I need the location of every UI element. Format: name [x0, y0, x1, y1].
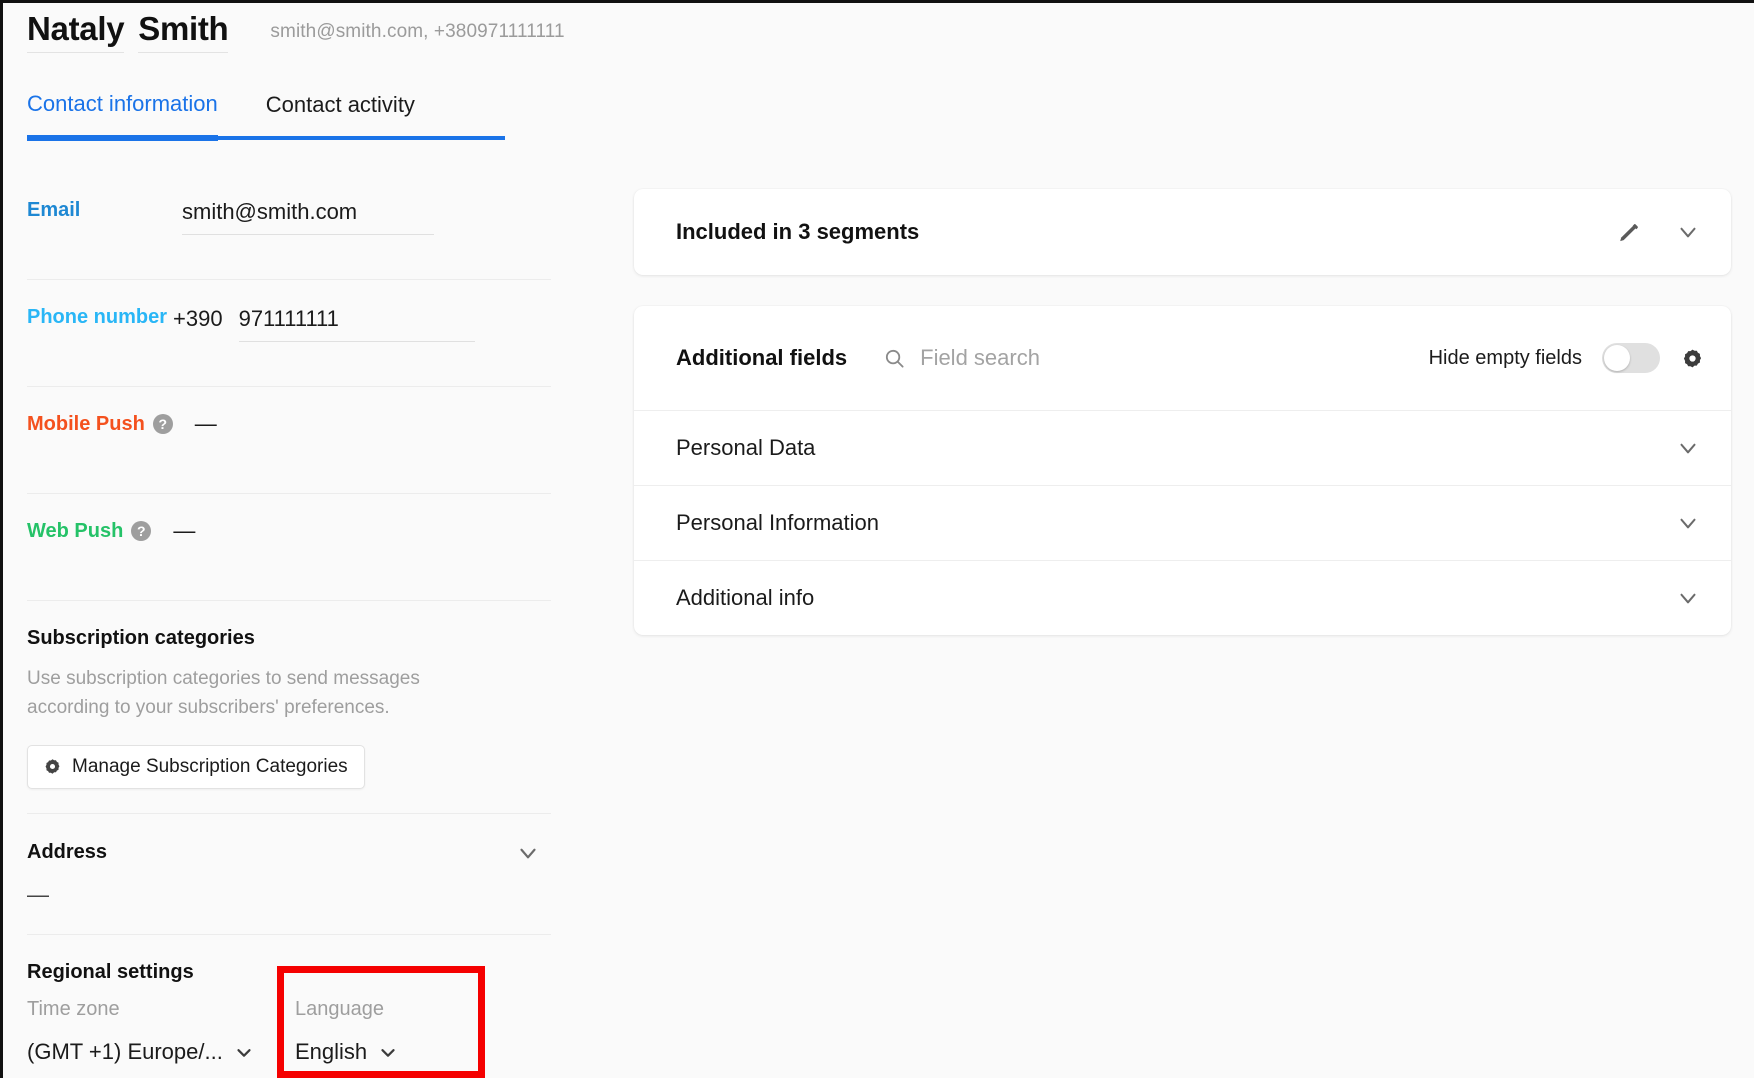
web-push-value: —	[173, 518, 196, 543]
toggle-knob	[1604, 345, 1630, 371]
email-label: Email	[27, 199, 81, 221]
language-select[interactable]: English	[295, 1039, 399, 1065]
contact-information-panel: Email Phone number +390 Mobile Push ? — …	[27, 173, 551, 1065]
additional-fields-header: Additional fields Hide empty fields	[634, 306, 1731, 410]
hide-empty-fields-label: Hide empty fields	[1428, 346, 1582, 369]
field-row-web-push: Web Push ? —	[27, 494, 551, 600]
address-header[interactable]: Address	[27, 840, 541, 866]
manage-subscription-categories-label: Manage Subscription Categories	[72, 755, 348, 777]
additional-fields-card: Additional fields Hide empty fields	[634, 306, 1731, 635]
time-zone-label: Time zone	[27, 997, 120, 1020]
field-search-wrapper	[883, 344, 1428, 372]
search-icon	[883, 347, 906, 370]
question-mark-icon[interactable]: ?	[152, 414, 173, 434]
mobile-push-label: Mobile Push	[27, 413, 145, 435]
question-mark-icon[interactable]: ?	[131, 521, 152, 541]
time-zone-field: Time zone (GMT +1) Europe/...	[27, 998, 275, 1065]
additional-fields-group-row[interactable]: Personal Information	[634, 485, 1731, 560]
group-label: Personal Data	[676, 435, 816, 460]
tab-contact-information[interactable]: Contact information	[27, 91, 218, 141]
email-input[interactable]	[182, 199, 434, 235]
address-title: Address	[27, 841, 108, 864]
additional-fields-group-row[interactable]: Personal Data	[634, 410, 1731, 485]
phone-country-prefix[interactable]: +390	[173, 306, 223, 341]
address-value: —	[27, 881, 49, 907]
subscription-categories-description: Use subscription categories to send mess…	[27, 668, 420, 719]
chevron-down-icon[interactable]	[1675, 510, 1701, 536]
mobile-push-value: —	[194, 411, 217, 436]
contact-name: Nataly Smith	[27, 12, 229, 53]
manage-subscription-categories-button[interactable]: Manage Subscription Categories	[27, 744, 365, 789]
phone-number-input[interactable]	[238, 306, 475, 342]
field-search-input[interactable]	[918, 344, 1243, 372]
page-header: Nataly Smith smith@smith.com, +380971111…	[27, 3, 1727, 61]
regional-settings-block: Regional settings Time zone (GMT +1) Eur…	[27, 935, 551, 1065]
gear-icon	[44, 758, 61, 775]
contact-last-name: Smith	[138, 12, 229, 53]
language-field: Language English	[295, 998, 399, 1065]
gear-icon[interactable]	[1682, 348, 1703, 369]
additional-fields-group-row[interactable]: Additional info	[634, 560, 1731, 635]
additional-fields-title: Additional fields	[676, 345, 848, 370]
field-row-email: Email	[27, 173, 551, 279]
group-label: Additional info	[676, 585, 815, 610]
segments-summary-text: Included in 3 segments	[676, 219, 920, 244]
time-zone-select[interactable]: (GMT +1) Europe/...	[27, 1039, 275, 1065]
contact-first-name: Nataly	[27, 12, 125, 53]
chevron-down-icon[interactable]	[1675, 585, 1701, 611]
hide-empty-fields-toggle[interactable]	[1602, 343, 1660, 373]
chevron-down-icon[interactable]	[1675, 219, 1701, 245]
segments-card-actions	[1618, 219, 1701, 245]
tab-bar: Contact information Contact activity	[27, 91, 505, 141]
contact-contacts-summary: smith@smith.com, +380971111111	[270, 21, 565, 42]
chevron-down-icon[interactable]	[515, 840, 541, 866]
phone-number-label: Phone number	[27, 306, 168, 328]
mobile-push-label-group: Mobile Push ?	[27, 413, 173, 435]
pencil-icon[interactable]	[1618, 221, 1641, 244]
right-panel: Included in 3 segments Additional fields	[634, 189, 1731, 635]
tab-contact-activity[interactable]: Contact activity	[266, 92, 415, 136]
web-push-label: Web Push	[27, 520, 124, 542]
segments-card: Included in 3 segments	[634, 189, 1731, 275]
web-push-label-group: Web Push ?	[27, 520, 152, 542]
contact-profile-page: Nataly Smith smith@smith.com, +380971111…	[0, 0, 1754, 1078]
group-label: Personal Information	[676, 510, 879, 535]
language-value: English	[295, 1038, 368, 1064]
address-block: Address —	[27, 814, 551, 934]
time-zone-value: (GMT +1) Europe/...	[27, 1038, 223, 1064]
chevron-down-icon	[377, 1041, 399, 1063]
chevron-down-icon	[233, 1041, 255, 1063]
subscription-categories-title: Subscription categories	[27, 627, 255, 649]
chevron-down-icon[interactable]	[1675, 435, 1701, 461]
language-label: Language	[295, 997, 384, 1020]
field-row-phone: Phone number +390	[27, 280, 551, 386]
field-row-mobile-push: Mobile Push ? —	[27, 387, 551, 493]
regional-settings-title: Regional settings	[27, 960, 194, 983]
subscription-categories-block: Subscription categories Use subscription…	[27, 601, 551, 813]
regional-settings-grid: Time zone (GMT +1) Europe/... Language E…	[27, 998, 551, 1065]
